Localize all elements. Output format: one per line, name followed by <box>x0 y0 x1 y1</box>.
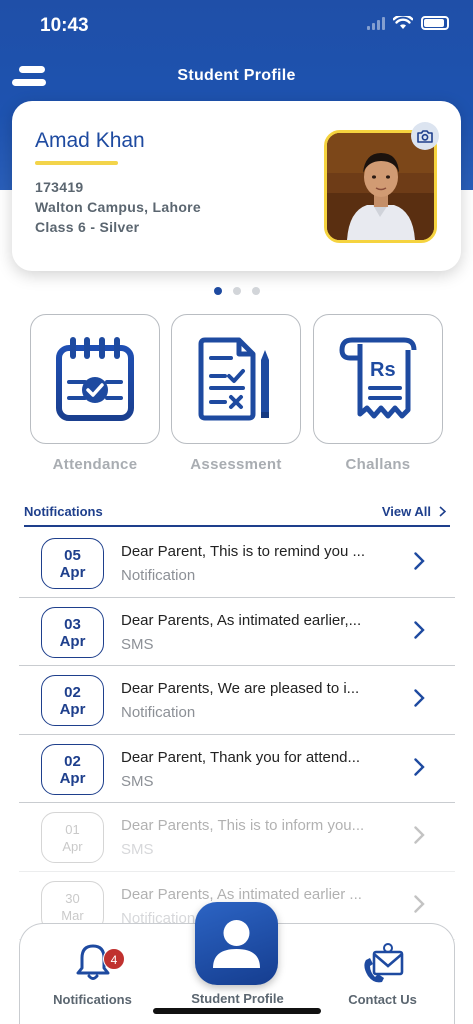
notifications-badge: 4 <box>103 948 125 970</box>
svg-text:Rs: Rs <box>370 359 396 381</box>
nav-notifications-label: Notifications <box>53 992 132 1007</box>
date-badge: 01 Apr <box>41 812 104 863</box>
date-month: Apr <box>62 839 83 854</box>
student-photo-image <box>327 133 434 240</box>
date-day: 05 <box>64 547 81 564</box>
student-class: Class 6 - Silver <box>35 219 140 235</box>
view-all-label: View All <box>381 504 431 519</box>
name-underline <box>35 161 118 165</box>
calendar-check-icon <box>56 337 134 421</box>
attendance-tile[interactable] <box>30 314 160 444</box>
carousel-dot-active[interactable] <box>213 287 222 295</box>
notification-message: Dear Parents, We are pleased to i... <box>121 680 360 697</box>
assessment-label[interactable]: Assessment <box>171 456 301 473</box>
checklist-icon <box>198 337 269 421</box>
student-name: Amad Khan <box>35 129 145 152</box>
carousel-indicator[interactable] <box>0 287 473 295</box>
receipt-rupee-icon: Rs <box>339 337 417 419</box>
date-badge: 02 Apr <box>41 743 104 795</box>
date-day: 03 <box>64 615 81 633</box>
status-time: 10:43 <box>40 15 89 36</box>
date-month: Apr <box>59 564 86 581</box>
carousel-dot[interactable] <box>251 287 260 295</box>
view-all-link[interactable]: View All <box>382 504 446 519</box>
chevron-right-icon <box>414 757 425 776</box>
notification-row[interactable]: 02 Apr Dear Parents, We are pleased to i… <box>19 666 455 735</box>
carousel-dot[interactable] <box>232 287 241 295</box>
notification-row[interactable]: 02 Apr Dear Parent, Thank you for attend… <box>19 735 455 803</box>
nav-contact-us[interactable]: Contact Us <box>320 924 445 1014</box>
contact-mail-phone-icon <box>364 943 404 983</box>
nav-contact-us-label: Contact Us <box>348 992 417 1007</box>
chevron-right-icon <box>414 620 425 639</box>
date-month: Mar <box>61 907 84 923</box>
date-day: 02 <box>64 684 81 701</box>
notification-type: Notification <box>121 567 196 584</box>
date-badge: 03 Apr <box>41 606 104 658</box>
notifications-list: 05 Apr Dear Parent, This is to remind yo… <box>19 529 455 940</box>
assessment-tile[interactable] <box>171 314 301 444</box>
status-icons <box>367 16 449 30</box>
profile-card: Amad Khan 173419 Walton Campus, Lahore C… <box>12 101 461 271</box>
nav-student-profile-label: Student Profile <box>191 991 284 1006</box>
status-bar: 10:43 <box>0 0 473 50</box>
chevron-right-icon <box>414 689 425 707</box>
student-id: 173419 <box>35 179 84 195</box>
notification-message: Dear Parents, As intimated earlier,... <box>121 611 362 629</box>
attendance-label[interactable]: Attendance <box>30 456 160 473</box>
wifi-icon <box>393 16 413 29</box>
change-photo-button[interactable] <box>411 122 439 150</box>
notifications-title: Notifications <box>24 504 103 519</box>
battery-icon <box>421 16 449 30</box>
notification-message: Dear Parents, This is to inform you... <box>121 817 365 834</box>
date-month: Apr <box>59 769 86 787</box>
chevron-right-icon <box>414 826 425 844</box>
date-badge: 02 Apr <box>41 675 104 726</box>
student-profile-tab-button[interactable] <box>195 902 278 985</box>
page-title: Student Profile <box>177 67 296 84</box>
nav-notifications[interactable]: 4 Notifications <box>30 924 155 1014</box>
challans-tile[interactable]: Rs <box>313 314 443 444</box>
chevron-right-icon <box>414 894 425 913</box>
notification-message: Dear Parent, Thank you for attend... <box>121 748 361 766</box>
notification-type: SMS <box>121 772 154 790</box>
notification-message: Dear Parent, This is to remind you ... <box>121 543 365 560</box>
date-day: 30 <box>65 890 80 906</box>
date-month: Apr <box>59 632 86 650</box>
notification-type: SMS <box>121 635 154 653</box>
date-month: Apr <box>59 701 86 718</box>
notifications-header: Notifications View All <box>24 503 450 527</box>
student-campus: Walton Campus, Lahore <box>35 199 202 215</box>
date-badge: 05 Apr <box>41 538 104 589</box>
notification-row[interactable]: 05 Apr Dear Parent, This is to remind yo… <box>19 529 455 598</box>
person-icon <box>213 920 260 968</box>
cellular-signal-icon <box>367 16 385 30</box>
chevron-right-icon <box>414 552 425 570</box>
date-day: 01 <box>65 822 80 837</box>
camera-icon <box>417 129 433 143</box>
notification-row[interactable]: 01 Apr Dear Parents, This is to inform y… <box>19 803 455 872</box>
notification-row[interactable]: 03 Apr Dear Parents, As intimated earlie… <box>19 598 455 666</box>
date-day: 02 <box>64 752 81 770</box>
home-indicator <box>153 1008 321 1014</box>
notification-message: Dear Parents, As intimated earlier ... <box>121 885 362 903</box>
challans-label[interactable]: Challans <box>313 456 443 473</box>
notification-type: Notification <box>121 704 196 721</box>
chevron-right-icon <box>439 506 446 517</box>
notification-type: SMS <box>121 841 154 858</box>
